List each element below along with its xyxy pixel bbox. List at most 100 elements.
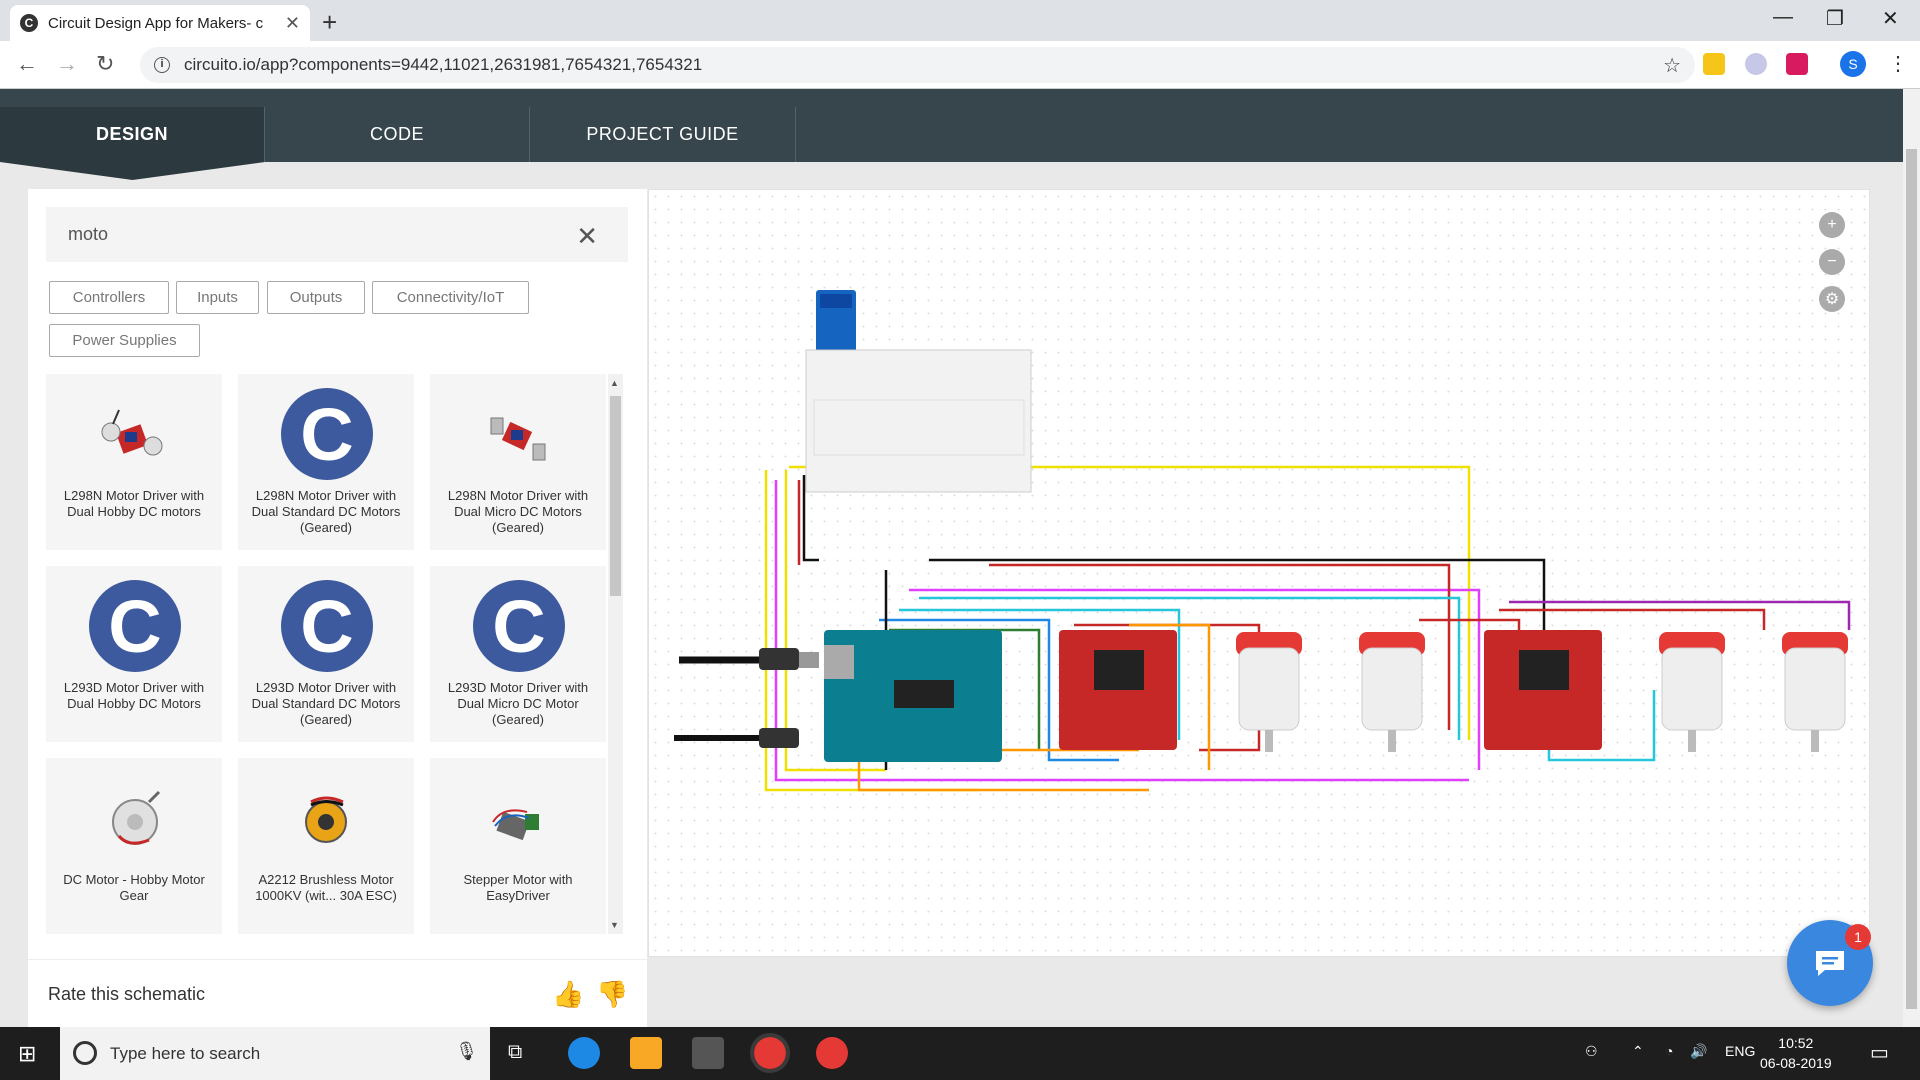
browser-menu-icon[interactable]: ⋮	[1888, 51, 1908, 76]
tray-chevron-icon[interactable]: ⌃	[1632, 1043, 1644, 1060]
windows-start-icon[interactable]: ⊞	[18, 1041, 36, 1067]
thumbs-down-icon[interactable]: 👎	[596, 979, 628, 1010]
language-indicator[interactable]: ENG	[1725, 1043, 1755, 1059]
clear-search-icon[interactable]: ✕	[576, 221, 598, 252]
dc-motor-2	[1359, 632, 1425, 752]
brushless-motor-icon	[281, 772, 371, 862]
notifications-icon[interactable]: ▭	[1870, 1040, 1889, 1065]
bookmark-star-icon[interactable]: ☆	[1663, 53, 1681, 78]
usb-plug	[759, 648, 799, 670]
site-header	[0, 89, 1903, 107]
component-grid: L298N Motor Driver with Dual Hobby DC mo…	[46, 374, 626, 934]
circuito-logo-icon: C	[281, 388, 373, 480]
component-label: L298N Motor Driver with Dual Hobby DC mo…	[63, 488, 205, 519]
component-card[interactable]: C L293D Motor Driver with Dual Micro DC …	[430, 566, 606, 742]
volume-icon[interactable]: 🔊	[1690, 1043, 1707, 1060]
task-view-icon[interactable]: ⧉	[508, 1041, 522, 1064]
forward-icon[interactable]: →	[56, 51, 78, 77]
component-grid-scrollbar[interactable]: ▲ ▼	[608, 374, 623, 934]
chat-button[interactable]: 1	[1787, 920, 1873, 1006]
network-icon[interactable]: ◔	[1665, 1043, 1673, 1059]
component-card[interactable]: L298N Motor Driver with Dual Micro DC Mo…	[430, 374, 606, 550]
reload-icon[interactable]: ↻	[96, 51, 114, 77]
profile-avatar[interactable]: S	[1840, 51, 1866, 77]
minimize-icon[interactable]: —	[1773, 6, 1793, 29]
scroll-up-icon[interactable]: ▲	[610, 378, 619, 388]
clock-date: 06-08-2019	[1760, 1055, 1832, 1071]
microphone-icon[interactable]: 🎙	[455, 1041, 478, 1062]
file-explorer-icon[interactable]	[630, 1037, 662, 1069]
motor-driver-board-icon	[473, 388, 563, 478]
component-label: L298N Motor Driver with Dual Micro DC Mo…	[447, 488, 589, 535]
component-card[interactable]: C L293D Motor Driver with Dual Hobby DC …	[46, 566, 222, 742]
circuito-logo-icon: C	[473, 580, 565, 672]
circuito-logo-icon: C	[281, 580, 373, 672]
chat-notification-badge: 1	[1845, 924, 1871, 950]
component-label: L293D Motor Driver with Dual Hobby DC Mo…	[63, 680, 205, 711]
schematic-canvas[interactable]: + − ⚙	[648, 189, 1870, 957]
extension-icon[interactable]	[1703, 53, 1725, 75]
dc-motor-3	[1659, 632, 1725, 752]
cortana-icon	[73, 1041, 97, 1065]
browser-tab-title: Circuit Design App for Makers- c	[48, 14, 264, 32]
component-label: DC Motor - Hobby Motor Gear	[63, 872, 205, 903]
tab-design[interactable]: DESIGN	[0, 107, 265, 162]
dc-motor-1	[1236, 632, 1302, 752]
tab-code[interactable]: CODE	[265, 107, 530, 162]
close-tab-icon[interactable]: ✕	[285, 13, 300, 34]
pocket-icon[interactable]	[1786, 53, 1808, 75]
chrome-icon[interactable]	[816, 1037, 848, 1069]
edge-icon[interactable]	[568, 1037, 600, 1069]
stepper-motor-icon	[473, 772, 563, 862]
scroll-down-icon[interactable]: ▼	[610, 920, 619, 930]
dc-motor-4	[1782, 632, 1848, 752]
component-label: L298N Motor Driver with Dual Standard DC…	[251, 488, 401, 535]
component-card[interactable]: C L293D Motor Driver with Dual Standard …	[238, 566, 414, 742]
component-label: L293D Motor Driver with Dual Standard DC…	[251, 680, 401, 727]
clock-time: 10:52	[1778, 1035, 1814, 1051]
search-value: moto	[68, 224, 109, 244]
breadboard	[805, 349, 1032, 493]
filter-connectivity[interactable]: Connectivity/IoT	[372, 281, 529, 314]
component-grid-scrollbar-thumb[interactable]	[610, 396, 621, 596]
circuit-schematic	[674, 290, 1851, 792]
active-tab-indicator	[0, 162, 265, 180]
browser-tab-strip: C Circuit Design App for Makers- c ✕ + —…	[0, 0, 1920, 41]
chat-icon	[1816, 951, 1844, 976]
filter-outputs[interactable]: Outputs	[267, 281, 365, 314]
tab-project-guide[interactable]: PROJECT GUIDE	[530, 107, 796, 162]
maximize-icon[interactable]: ❐	[1826, 6, 1844, 31]
taskbar-search-box[interactable]: Type here to search 🎙	[60, 1027, 490, 1080]
url-field[interactable]: i circuito.io/app?components=9442,11021,…	[140, 47, 1695, 83]
people-icon[interactable]: ⚇	[1585, 1043, 1598, 1060]
chrome-icon[interactable]	[750, 1033, 790, 1073]
system-clock[interactable]: 10:52 06-08-2019	[1760, 1033, 1832, 1073]
component-label: Stepper Motor with EasyDriver	[463, 872, 573, 903]
component-card[interactable]: DC Motor - Hobby Motor Gear	[46, 758, 222, 934]
page-scrollbar[interactable]	[1903, 89, 1920, 1027]
new-tab-button[interactable]: +	[322, 7, 337, 38]
circuito-logo-icon: C	[89, 580, 181, 672]
component-card[interactable]: L298N Motor Driver with Dual Hobby DC mo…	[46, 374, 222, 550]
dc-motor-icon	[89, 772, 179, 862]
component-card[interactable]: C L298N Motor Driver with Dual Standard …	[238, 374, 414, 550]
filter-inputs[interactable]: Inputs	[176, 281, 259, 314]
url-text: circuito.io/app?components=9442,11021,26…	[184, 55, 703, 74]
site-info-icon[interactable]: i	[154, 57, 170, 73]
close-window-icon[interactable]: ✕	[1882, 6, 1899, 31]
component-card[interactable]: Stepper Motor with EasyDriver	[430, 758, 606, 934]
back-icon[interactable]: ←	[16, 51, 38, 77]
store-icon[interactable]	[692, 1037, 724, 1069]
component-search-input[interactable]: moto ✕	[46, 207, 628, 262]
extension-icon[interactable]	[1745, 53, 1767, 75]
component-label: L293D Motor Driver with Dual Micro DC Mo…	[447, 680, 589, 727]
browser-tab[interactable]: C Circuit Design App for Makers- c ✕	[10, 5, 310, 41]
component-card[interactable]: A2212 Brushless Motor 1000KV (wit... 30A…	[238, 758, 414, 934]
app-tabs: DESIGN CODE PROJECT GUIDE	[0, 107, 1903, 162]
taskbar-search-placeholder: Type here to search	[110, 1043, 261, 1063]
motor-driver-board-icon	[89, 388, 179, 478]
thumbs-up-icon[interactable]: 👍	[552, 979, 584, 1010]
page-scrollbar-thumb[interactable]	[1906, 149, 1917, 1009]
filter-power-supplies[interactable]: Power Supplies	[49, 324, 200, 357]
filter-controllers[interactable]: Controllers	[49, 281, 169, 314]
